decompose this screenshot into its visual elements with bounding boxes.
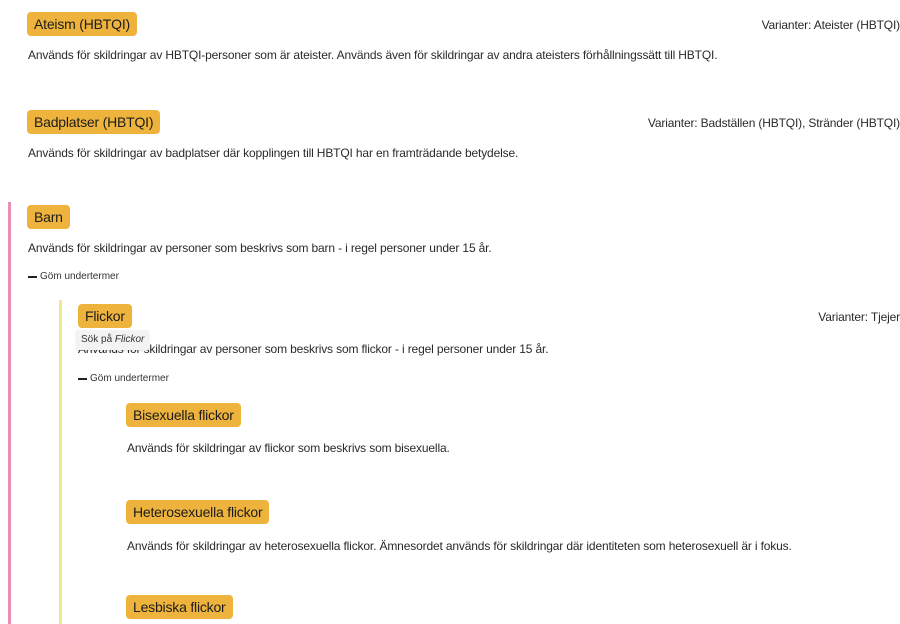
hide-subterms-toggle-flickor[interactable]: Göm undertermer [78, 372, 169, 386]
description-ateism: Används för skildringar av HBTQI-persone… [28, 48, 718, 62]
tooltip-prefix: Sök på [81, 334, 113, 345]
minus-icon [28, 276, 37, 278]
description-bisexuella-flickor: Används för skildringar av flickor som b… [127, 441, 450, 455]
search-tooltip: Sök på Flickor [76, 330, 150, 350]
term-tag-badplatser[interactable]: Badplatser (HBTQI) [27, 110, 161, 134]
variants-ateism: Varianter: Ateister (HBTQI) [761, 18, 900, 32]
description-barn: Används för skildringar av personer som … [28, 241, 492, 255]
term-tag-lesbiska-flickor[interactable]: Lesbiska flickor [126, 595, 233, 619]
variants-badplatser: Varianter: Badställen (HBTQI), Stränder … [647, 116, 900, 130]
variants-flickor: Varianter: Tjejer [818, 310, 900, 324]
minus-icon [78, 378, 87, 380]
term-tag-bisexuella-flickor[interactable]: Bisexuella flickor [126, 403, 241, 427]
hide-subterms-toggle-barn[interactable]: Göm undertermer [28, 270, 119, 284]
level2-indent-bar [59, 300, 62, 624]
term-tag-flickor[interactable]: Flickor [78, 304, 132, 328]
description-badplatser: Används för skildringar av badplatser dä… [28, 146, 519, 160]
tooltip-term: Flickor [114, 334, 145, 345]
description-heterosexuella-flickor: Används för skildringar av heterosexuell… [127, 539, 792, 553]
term-tag-ateism[interactable]: Ateism (HBTQI) [27, 12, 137, 36]
term-tag-barn[interactable]: Barn [27, 205, 70, 229]
hide-subterms-label: Göm undertermer [90, 373, 169, 384]
level1-indent-bar [8, 202, 11, 624]
term-tag-heterosexuella-flickor[interactable]: Heterosexuella flickor [126, 500, 270, 524]
hide-subterms-label: Göm undertermer [40, 271, 119, 282]
